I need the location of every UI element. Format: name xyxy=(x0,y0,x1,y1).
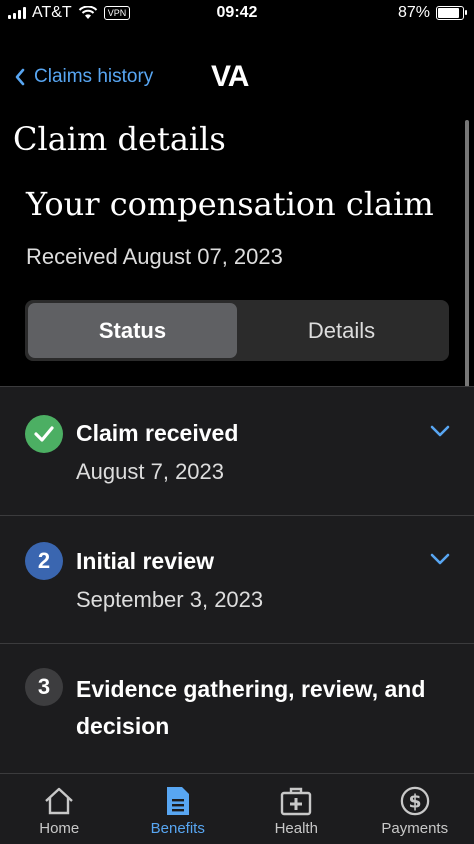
chevron-left-icon xyxy=(14,68,26,86)
tab-payments[interactable]: $ Payments xyxy=(356,774,474,844)
segmented-control: Status Details xyxy=(25,300,449,361)
tab-label: Benefits xyxy=(151,820,205,837)
battery-icon xyxy=(436,6,464,20)
tab-home[interactable]: Home xyxy=(0,774,119,844)
chevron-down-icon[interactable] xyxy=(430,553,450,565)
tab-label: Home xyxy=(39,820,79,837)
check-icon xyxy=(25,415,63,453)
dollar-icon: $ xyxy=(399,786,431,816)
medical-kit-icon xyxy=(280,786,312,816)
status-right: 87% xyxy=(398,4,464,22)
tab-health[interactable]: Health xyxy=(237,774,356,844)
battery-level xyxy=(438,8,459,18)
back-button[interactable]: Claims history xyxy=(14,66,153,88)
step-claim-received[interactable]: Claim received August 7, 2023 xyxy=(0,386,474,515)
step-initial-review[interactable]: 2 Initial review September 3, 2023 xyxy=(0,515,474,643)
step-number-badge: 3 xyxy=(25,668,63,706)
document-icon xyxy=(164,786,192,816)
chevron-down-icon[interactable] xyxy=(430,425,450,437)
va-logo: VA xyxy=(211,60,248,94)
segment-status[interactable]: Status xyxy=(28,303,237,358)
tab-benefits[interactable]: Benefits xyxy=(119,774,238,844)
claim-steps-list: Claim received August 7, 2023 2 Initial … xyxy=(0,386,474,776)
step-date: September 3, 2023 xyxy=(76,587,263,613)
navigation-bar: Claims history VA xyxy=(0,56,474,102)
step-title: Claim received xyxy=(76,415,446,452)
step-title: Initial review xyxy=(76,543,446,580)
svg-text:$: $ xyxy=(408,792,421,813)
step-number-badge: 2 xyxy=(25,542,63,580)
tab-label: Health xyxy=(275,820,318,837)
step-title: Evidence gathering, review, and decision xyxy=(76,671,446,745)
home-icon xyxy=(43,786,75,816)
battery-percent: 87% xyxy=(398,4,430,22)
step-evidence-gathering: 3 Evidence gathering, review, and decisi… xyxy=(0,643,474,776)
tab-label: Payments xyxy=(381,820,448,837)
segment-details[interactable]: Details xyxy=(237,303,446,358)
status-bar: AT&T VPN 09:42 87% xyxy=(0,0,474,26)
scroll-indicator[interactable] xyxy=(465,120,469,415)
step-date: August 7, 2023 xyxy=(76,459,224,485)
page-title: Claim details xyxy=(13,120,226,158)
tab-bar: Home Benefits Health $ Payments xyxy=(0,773,474,844)
received-date: Received August 07, 2023 xyxy=(26,244,283,270)
claim-title: Your compensation claim xyxy=(26,185,434,223)
back-label: Claims history xyxy=(34,66,153,88)
